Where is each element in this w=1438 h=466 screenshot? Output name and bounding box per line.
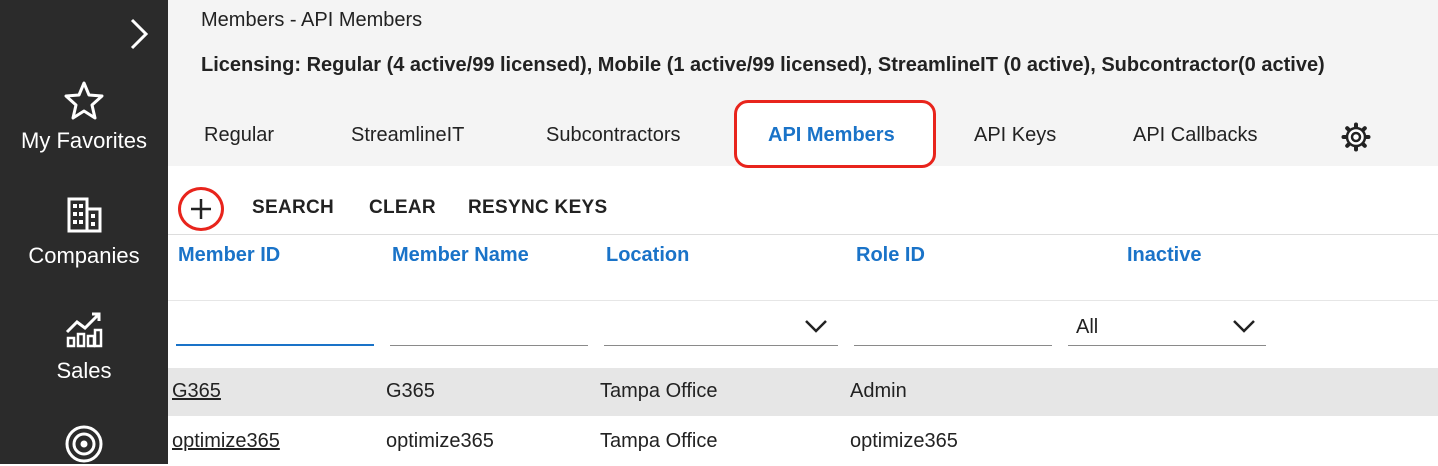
member-id-link[interactable]: G365	[172, 380, 221, 403]
chevron-right-icon	[130, 18, 149, 50]
member-name-filter-input[interactable]	[390, 310, 588, 346]
tab-api-callbacks[interactable]: API Callbacks	[1133, 124, 1258, 147]
add-member-button[interactable]	[178, 187, 224, 231]
sidebar-item-companies[interactable]: Companies	[0, 195, 168, 269]
sidebar-item-label: My Favorites	[21, 128, 147, 153]
main-content: Members - API Members Licensing: Regular…	[168, 0, 1438, 464]
sidebar: My Favorites Companies Sales	[0, 0, 168, 464]
column-header-inactive[interactable]: Inactive	[1127, 244, 1201, 267]
tab-streamlineit[interactable]: StreamlineIT	[351, 124, 464, 147]
sidebar-item-target[interactable]	[0, 424, 168, 464]
gear-icon	[1341, 122, 1371, 152]
tab-regular[interactable]: Regular	[204, 124, 274, 147]
target-icon	[65, 425, 103, 463]
member-name-cell: optimize365	[386, 430, 494, 452]
inactive-filter-value: All	[1076, 316, 1099, 338]
chevron-down-icon	[805, 320, 827, 333]
search-button[interactable]: SEARCH	[252, 197, 334, 219]
breadcrumb: Members - API Members	[201, 9, 423, 31]
column-header-member-id[interactable]: Member ID	[178, 244, 280, 267]
sidebar-item-label: Companies	[28, 243, 140, 268]
role-id-cell: optimize365	[850, 430, 958, 452]
role-id-filter-input[interactable]	[854, 310, 1052, 346]
sidebar-item-label: Sales	[56, 358, 112, 383]
settings-button[interactable]	[1341, 122, 1371, 157]
member-name-cell: G365	[386, 380, 435, 402]
clear-button[interactable]: CLEAR	[369, 197, 436, 219]
column-header-member-name[interactable]: Member Name	[392, 244, 529, 267]
sidebar-item-my-favorites[interactable]: My Favorites	[0, 80, 168, 154]
page-header: Members - API Members Licensing: Regular…	[168, 0, 1438, 168]
plus-icon	[191, 199, 211, 219]
header-divider	[168, 300, 1438, 301]
tab-api-members[interactable]: API Members	[768, 124, 895, 147]
toolbar-divider	[168, 234, 1438, 235]
tab-subcontractors[interactable]: Subcontractors	[546, 124, 681, 147]
location-filter-select[interactable]	[604, 310, 838, 346]
table-row[interactable]: optimize365 optimize365 Tampa Office opt…	[168, 418, 1438, 466]
sidebar-item-sales[interactable]: Sales	[0, 310, 168, 384]
tab-api-keys[interactable]: API Keys	[974, 124, 1056, 147]
chevron-down-icon	[1233, 320, 1255, 333]
role-id-cell: Admin	[850, 380, 907, 402]
chart-icon	[65, 312, 103, 348]
location-cell: Tampa Office	[600, 380, 718, 402]
expand-sidebar-button[interactable]	[124, 14, 154, 54]
member-id-filter-input[interactable]	[176, 310, 374, 346]
inactive-filter-select[interactable]: All	[1068, 310, 1266, 346]
licensing-summary: Licensing: Regular (4 active/99 licensed…	[201, 54, 1325, 76]
resync-keys-button[interactable]: RESYNC KEYS	[468, 197, 608, 219]
star-icon	[64, 81, 104, 120]
building-icon	[67, 197, 102, 233]
column-header-location[interactable]: Location	[606, 244, 689, 267]
column-header-role-id[interactable]: Role ID	[856, 244, 925, 267]
table-row[interactable]: G365 G365 Tampa Office Admin	[168, 368, 1438, 416]
member-id-link[interactable]: optimize365	[172, 430, 280, 453]
location-cell: Tampa Office	[600, 430, 718, 452]
